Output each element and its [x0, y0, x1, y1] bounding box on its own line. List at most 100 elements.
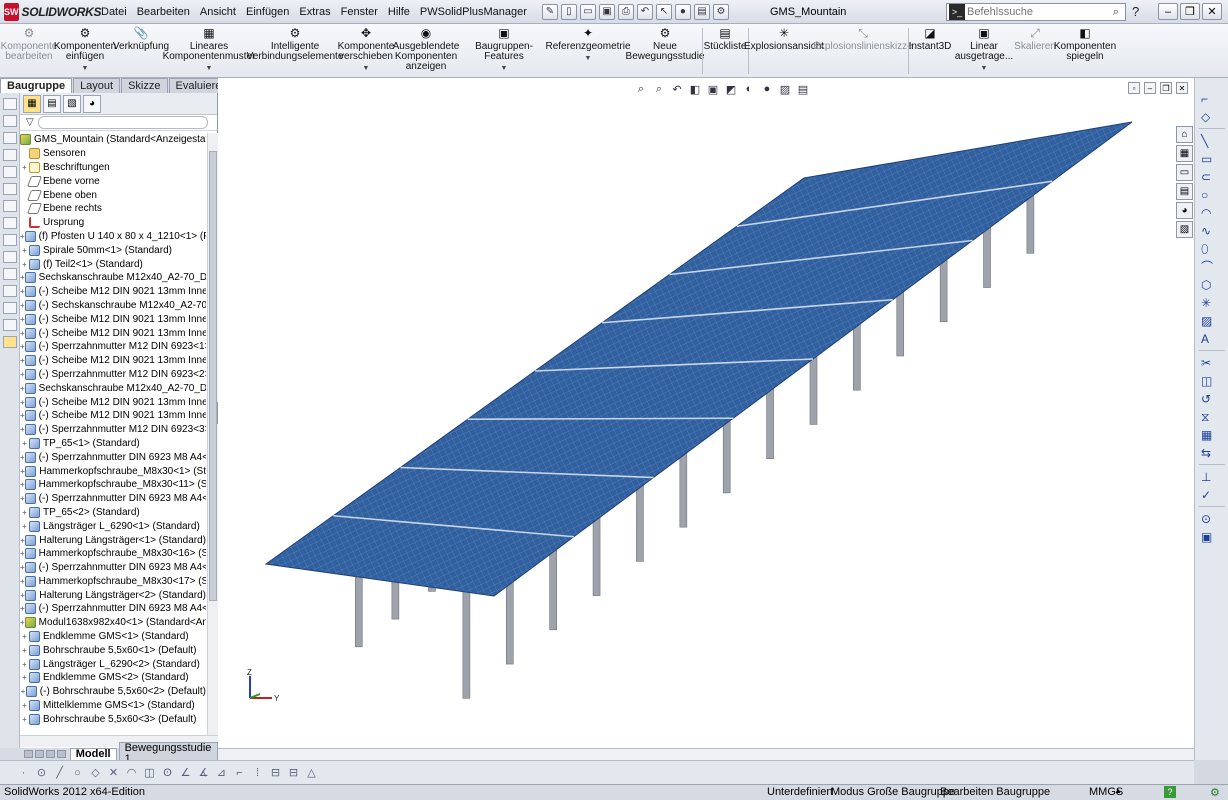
tab-skizze[interactable]: Skizze [121, 78, 168, 93]
expand-icon[interactable]: + [20, 230, 25, 243]
tree-item[interactable]: + (-) Sperrzahnmutter DIN 6923 M8 A4< [20, 492, 206, 506]
viewport-close-icon[interactable]: ✕ [1176, 82, 1188, 94]
expand-icon[interactable]: + [20, 299, 25, 312]
menu-item[interactable]: Einfügen [241, 0, 294, 24]
circle-icon[interactable]: ○ [70, 766, 85, 780]
tree-item[interactable]: Ebene vorne [20, 174, 206, 188]
quick-snaps-icon[interactable]: ⊙ [1201, 512, 1221, 526]
appearances-icon[interactable]: ◕ [1176, 202, 1193, 219]
tree-item[interactable]: + Längsträger L_6290<2> (Standard) [20, 657, 206, 671]
trim-icon[interactable]: ✂ [1201, 356, 1221, 370]
view-icon[interactable] [3, 336, 17, 348]
view-icon[interactable] [3, 319, 17, 331]
select-icon[interactable]: ↖ [655, 3, 672, 20]
tree-item[interactable]: + (-) Scheibe M12 DIN 9021 13mm Inner [20, 395, 206, 409]
offset-icon[interactable]: ◫ [142, 766, 157, 780]
expand-icon[interactable]: + [20, 354, 25, 367]
view-icon[interactable] [3, 166, 17, 178]
arc-icon[interactable]: ◠ [1201, 206, 1221, 220]
print-icon[interactable]: ⎙ [617, 3, 634, 20]
tree-item[interactable]: + Längsträger L_6290<1> (Standard) [20, 519, 206, 533]
tree-item[interactable]: + (-) Sperrzahnmutter DIN 6923 M8 A4< [20, 602, 206, 616]
expand-icon[interactable]: + [20, 616, 25, 629]
expand-icon[interactable]: + [20, 327, 25, 340]
move-component-button[interactable]: ✥ Komponente verschieben ▼ [338, 26, 395, 74]
angle-icon[interactable]: ∡ [196, 766, 211, 780]
tree-item[interactable]: + (f) Teil2<1> (Standard) [20, 257, 206, 271]
nav-prev-icon[interactable] [35, 750, 44, 758]
dropdown-arrow-icon[interactable]: ▼ [82, 64, 89, 74]
slot-icon[interactable]: ⊂ [1201, 170, 1221, 184]
view-icon[interactable] [3, 115, 17, 127]
view-orientation-icon[interactable]: ▣ [706, 82, 720, 96]
expand-icon[interactable]: + [20, 313, 25, 326]
exploded-view-button[interactable]: ✳ Explosionsansicht [744, 26, 824, 52]
tree-item[interactable]: Ebene rechts [20, 202, 206, 216]
smart-dimension-icon[interactable]: ◇ [1201, 110, 1221, 124]
expand-icon[interactable]: + [20, 409, 25, 422]
expand-icon[interactable]: + [20, 368, 25, 381]
expand-icon[interactable]: + [20, 685, 26, 698]
polygon-icon[interactable]: ⬡ [1201, 278, 1221, 292]
expand-icon[interactable]: + [20, 602, 25, 615]
view-icon[interactable] [3, 234, 17, 246]
custom-properties-icon[interactable]: ▧ [1176, 221, 1193, 238]
dropdown-arrow-icon[interactable]: ▼ [206, 64, 213, 74]
section-view-icon[interactable]: ◧ [688, 82, 702, 96]
tree-item[interactable]: + (-) Sperrzahnmutter M12 DIN 6923<1> [20, 340, 206, 354]
expand-icon[interactable]: + [20, 575, 25, 588]
view-icon[interactable] [3, 183, 17, 195]
polygon-icon[interactable]: ◇ [88, 766, 103, 780]
centerline-icon[interactable]: ▨ [1201, 314, 1221, 328]
move-entities-icon[interactable]: ⇆ [1201, 446, 1221, 460]
scale-button[interactable]: ⤢ Skalieren [1014, 26, 1056, 52]
zoom-area-icon[interactable]: ⌕ [652, 82, 666, 96]
expand-icon[interactable]: + [20, 506, 29, 519]
feature-tree-icon[interactable]: ▦ [23, 94, 41, 113]
expand-icon[interactable]: + [20, 258, 29, 271]
angle-icon[interactable]: ∠ [178, 766, 193, 780]
expand-icon[interactable]: + [20, 520, 29, 533]
undo-icon[interactable]: ↶ [636, 3, 653, 20]
menu-item[interactable]: Hilfe [383, 0, 415, 24]
expand-icon[interactable]: + [20, 630, 29, 643]
angle-icon[interactable]: ⊿ [214, 766, 229, 780]
expand-icon[interactable]: + [20, 644, 29, 657]
tree-item[interactable]: + Spirale 50mm<1> (Standard) [20, 243, 206, 257]
tree-item[interactable]: + Modul1638x982x40<1> (Standard<An [20, 616, 206, 630]
tree-item[interactable]: + Hammerkopfschraube_M8x30<17> (S [20, 575, 206, 589]
new-motion-study-button[interactable]: ⚙ Neue Bewegungsstudie [626, 26, 705, 62]
nav-next-icon[interactable] [46, 750, 55, 758]
file-explorer-icon[interactable]: ▭ [1176, 164, 1193, 181]
new-document-icon[interactable]: ▯ [560, 3, 577, 20]
design-library-icon[interactable]: ▦ [1176, 145, 1193, 162]
solar-panel-array[interactable] [264, 121, 1133, 597]
mate-button[interactable]: 📎 Verknüpfung [113, 26, 169, 52]
tree-item[interactable]: + (f) Pfosten U 140 x 80 x 4_1210<1> (Pf [20, 230, 206, 244]
configuration-manager-icon[interactable]: ▧ [63, 94, 81, 113]
expand-icon[interactable]: + [20, 561, 25, 574]
home-icon[interactable]: ⌂ [1176, 126, 1193, 143]
pin-icon[interactable]: ✎ [541, 3, 558, 20]
property-manager-icon[interactable]: ▤ [43, 94, 61, 113]
menu-item[interactable]: PWSolidPlusManager [415, 0, 532, 24]
tree-item[interactable]: + (-) Sperrzahnmutter M12 DIN 6923<2> [20, 368, 206, 382]
view-icon[interactable] [3, 132, 17, 144]
dropdown-arrow-icon[interactable]: ▼ [501, 64, 508, 74]
tree-item[interactable]: Ebene oben [20, 188, 206, 202]
tree-item[interactable]: + Endklemme GMS<2> (Standard) [20, 671, 206, 685]
text-icon[interactable]: A [1201, 332, 1221, 346]
tree-item[interactable]: + Sechskanschraube M12x40_A2-70_DIN [20, 271, 206, 285]
tree-item[interactable]: + (-) Sperrzahnmutter DIN 6923 M8 A4< [20, 561, 206, 575]
relations-icon[interactable]: ⊥ [1201, 470, 1221, 484]
menu-item[interactable]: Extras [294, 0, 335, 24]
close-button[interactable]: ✕ [1202, 3, 1222, 20]
display-style-icon[interactable]: ◩ [724, 82, 738, 96]
mounting-post[interactable] [462, 587, 471, 699]
units-dropdown-icon[interactable]: ▲ [1114, 786, 1122, 795]
view-icon[interactable] [3, 98, 17, 110]
tree-item[interactable]: + (-) Scheibe M12 DIN 9021 13mm Inner [20, 285, 206, 299]
expand-icon[interactable]: + [20, 340, 25, 353]
expand-icon[interactable]: + [20, 451, 25, 464]
tree-item[interactable]: + Hammerkopfschraube_M8x30<11> (S [20, 478, 206, 492]
